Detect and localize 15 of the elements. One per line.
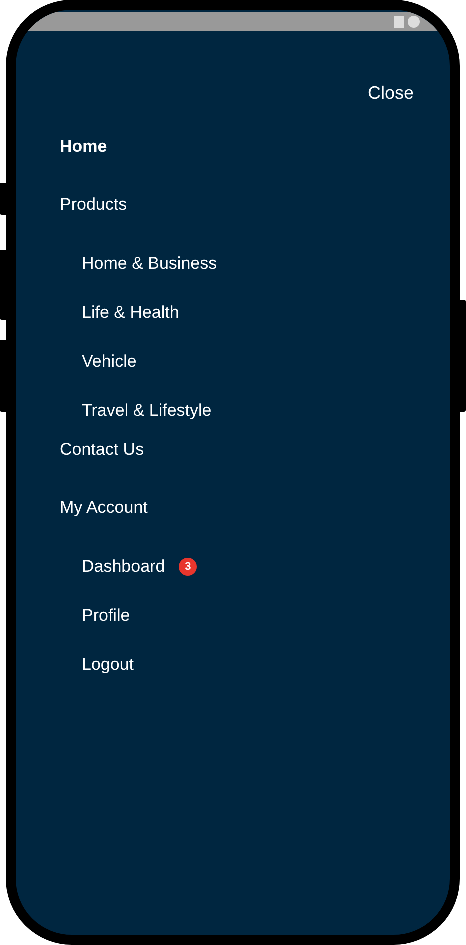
close-button[interactable]: Close — [368, 83, 414, 104]
menu-item[interactable]: My Account — [60, 493, 148, 551]
status-icon — [394, 16, 404, 28]
submenu-item[interactable]: Home & Business — [82, 254, 218, 274]
menu-item[interactable]: Contact Us — [60, 435, 144, 493]
submenu-item[interactable]: Travel & Lifestyle — [82, 400, 212, 420]
submenu-item[interactable]: Life & Health — [82, 302, 180, 322]
menu-item[interactable]: Products — [60, 190, 128, 248]
submenu-item[interactable]: Profile — [82, 606, 130, 626]
count-badge: 3 — [179, 558, 198, 576]
menu-item[interactable]: Home — [60, 132, 108, 190]
submenu-item[interactable]: Dashboard — [82, 556, 166, 576]
status-icon — [408, 16, 420, 28]
submenu-item[interactable]: Vehicle — [82, 352, 137, 372]
submenu-item[interactable]: Logout — [82, 654, 134, 674]
